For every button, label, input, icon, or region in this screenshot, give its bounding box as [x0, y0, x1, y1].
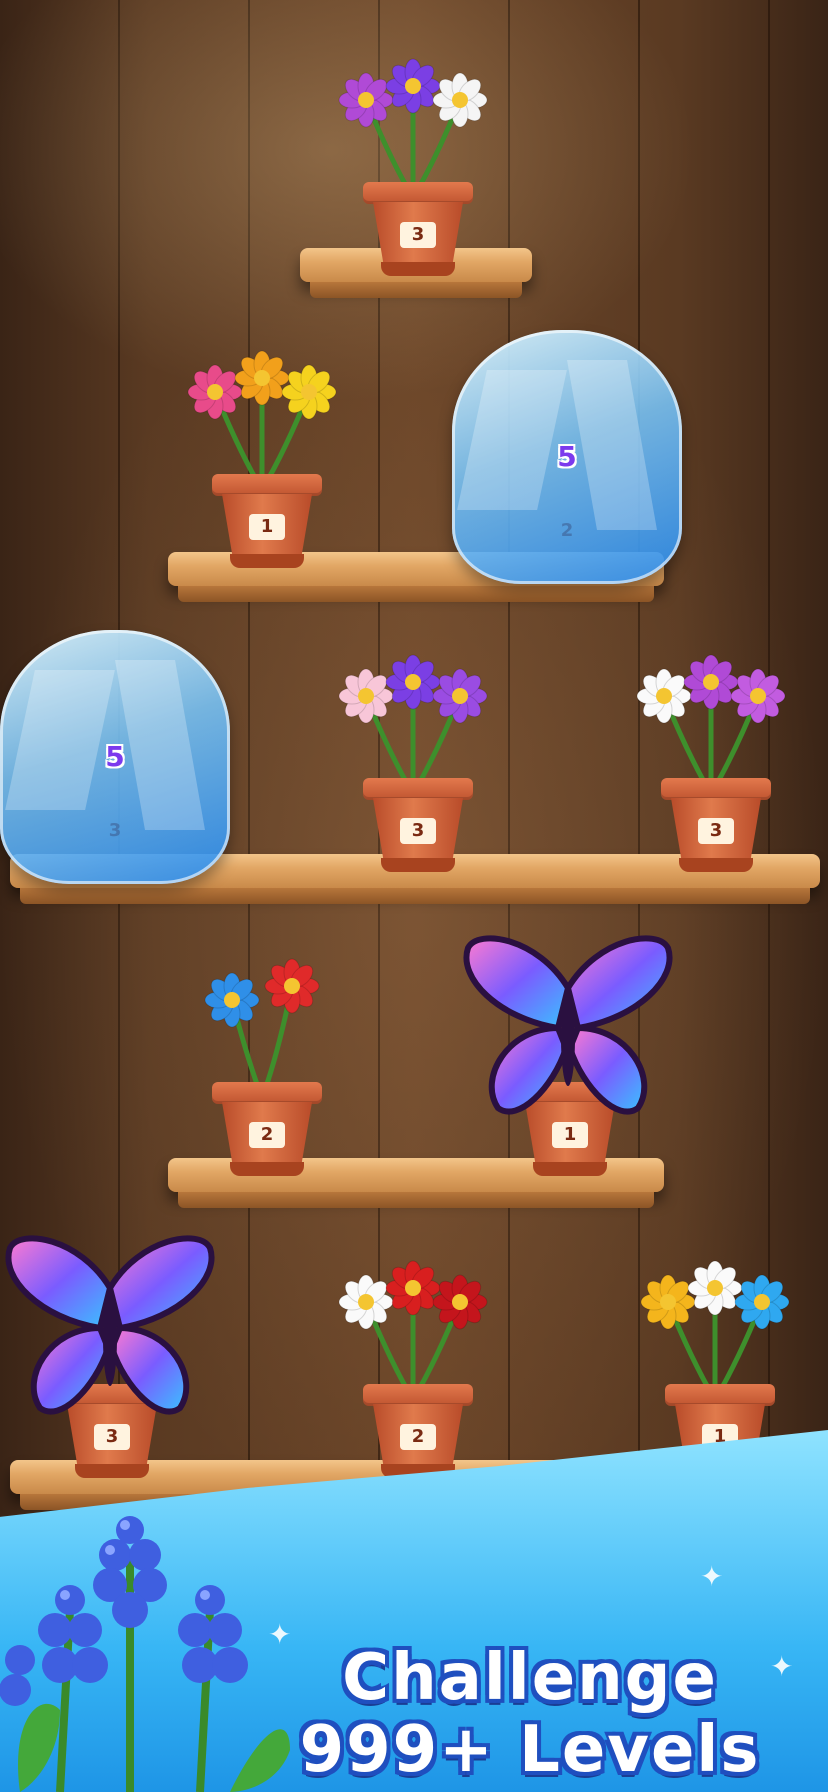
flower-center	[452, 1294, 468, 1310]
butterfly-icon	[463, 935, 673, 1115]
pot-number-label: 2	[400, 1424, 436, 1450]
flower-pot[interactable]: 3	[338, 644, 488, 874]
pot-number-label: 3	[108, 820, 122, 841]
flower-pot[interactable]: 1	[187, 340, 337, 570]
flower-center	[358, 92, 374, 108]
flower-center	[358, 688, 374, 704]
flower-center	[452, 92, 468, 108]
flower-center	[707, 1280, 723, 1296]
flower-bouquet	[338, 1260, 488, 1400]
flower-pot[interactable]: 2	[338, 1250, 488, 1480]
flower-bouquet	[338, 58, 488, 198]
ice-hits-remaining: 5	[105, 740, 125, 773]
flower-center	[224, 992, 240, 1008]
flower-center	[452, 688, 468, 704]
flower-pot[interactable]: 2	[187, 948, 337, 1178]
flower-center	[660, 1294, 676, 1310]
pot-number-label: 2	[249, 1122, 285, 1148]
banner-line-1: Challenge	[342, 1641, 718, 1715]
flower-center	[656, 688, 672, 704]
flower-center	[207, 384, 223, 400]
flower-center	[405, 1280, 421, 1296]
sparkle-icon: ✦	[700, 1560, 724, 1593]
flower-center	[301, 384, 317, 400]
ice-block-locked-pot[interactable]: 5 3	[0, 630, 230, 884]
pot-number-label: 3	[400, 222, 436, 248]
pot-number-label: 1	[249, 514, 285, 540]
flower-center	[405, 674, 421, 690]
flower-bouquet	[187, 350, 337, 490]
flower-center	[405, 78, 421, 94]
flower-center	[750, 688, 766, 704]
flower-bouquet	[636, 654, 786, 794]
pot-number-label: 2	[560, 520, 574, 541]
flower-pot[interactable]: 3	[636, 644, 786, 874]
banner-line-2: 999+ Levels	[299, 1713, 761, 1787]
ice-hits-remaining: 5	[557, 440, 577, 473]
flower-pot[interactable]: 3	[338, 48, 488, 278]
flower-center	[284, 978, 300, 994]
flower-bouquet	[204, 958, 320, 1098]
flower-bouquet	[338, 654, 488, 794]
ice-block-locked-pot[interactable]: 5 2	[452, 330, 682, 584]
pot-number-label: 3	[698, 818, 734, 844]
flower-bouquet	[640, 1260, 790, 1400]
butterfly-icon	[5, 1235, 215, 1415]
flower-center	[254, 370, 270, 386]
flower-center	[358, 1294, 374, 1310]
flower-center	[754, 1294, 770, 1310]
pot-number-label: 3	[400, 818, 436, 844]
flower-center	[703, 674, 719, 690]
